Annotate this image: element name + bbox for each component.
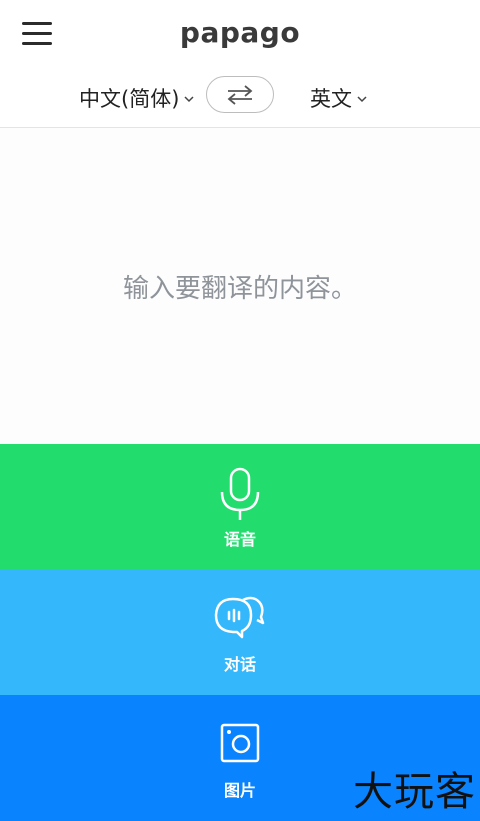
voice-mode-button[interactable]: 语音	[0, 444, 480, 569]
app-logo: papago	[179, 16, 301, 49]
chevron-down-icon	[357, 95, 367, 102]
language-bar: 中文(简体) 英文	[0, 76, 480, 128]
swap-arrows-icon	[227, 84, 253, 105]
chat-bubbles-icon	[214, 596, 265, 639]
source-language-label: 中文(简体)	[79, 87, 180, 111]
microphone-icon	[220, 467, 260, 520]
voice-mode-label: 语音	[223, 530, 256, 549]
camera-icon	[220, 723, 260, 763]
text-input-area[interactable]: 输入要翻译的内容。	[0, 128, 480, 444]
header: papago	[0, 0, 480, 76]
input-placeholder: 输入要翻译的内容。	[122, 274, 357, 304]
translator-app: papago 中文(简体) 英文 输入要翻译的内容。 语音 对话 图片 大玩客	[0, 0, 480, 821]
chevron-down-icon	[184, 95, 194, 102]
swap-languages-button[interactable]	[206, 76, 274, 113]
conversation-mode-button[interactable]: 对话	[0, 569, 480, 695]
target-language-label: 英文	[310, 87, 352, 111]
conversation-mode-label: 对话	[223, 655, 256, 674]
target-language-selector[interactable]: 英文	[310, 80, 367, 116]
watermark: 大玩客	[353, 769, 476, 815]
source-language-selector[interactable]: 中文(简体)	[79, 80, 194, 116]
